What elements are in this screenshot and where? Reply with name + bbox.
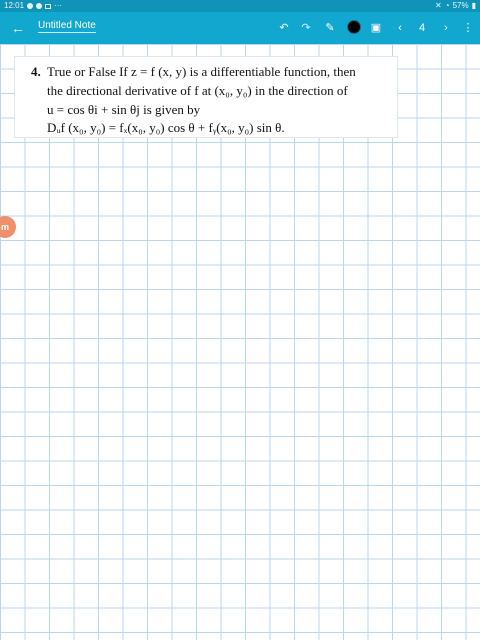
arrow-left-icon[interactable]: ← — [8, 18, 28, 38]
battery-icon: ▮ — [471, 1, 476, 10]
problem-line-2: the directional derivative of f at (x₀, … — [47, 83, 348, 98]
wifi-icon: ◔ — [444, 1, 450, 10]
notification-icon — [27, 3, 34, 9]
undo-icon[interactable]: ↶ — [274, 18, 294, 38]
status-right: ✕ ◔ 57% ▮ — [435, 0, 476, 12]
problem-card: 4. True or False If z = f (x, y) is a di… — [14, 56, 398, 138]
status-left: 12:01 ··· — [4, 0, 62, 12]
problem-line-4: Dᵤf (x₀, y₀) = fₓ(x₀, y₀) cos θ + fᵧ(x₀,… — [47, 120, 285, 135]
chevron-right-icon[interactable]: › — [436, 18, 456, 38]
color-swatch-icon[interactable] — [347, 20, 361, 34]
image-icon[interactable]: ▣ — [366, 18, 386, 38]
status-more: ··· — [54, 1, 63, 10]
more-vert-icon[interactable]: ⋮ — [458, 18, 478, 38]
gallery-notification-icon — [45, 3, 52, 9]
status-time: 12:01 — [4, 1, 25, 10]
mute-icon: ✕ — [435, 1, 442, 10]
app-bar: ← Untitled Note ↶ ↷ ✎ ▣ ‹ 4 › ⋮ — [0, 12, 480, 44]
redo-icon[interactable]: ↷ — [296, 18, 316, 38]
problem-line-1: True or False If z = f (x, y) is a diffe… — [47, 64, 356, 79]
page-number: 4 — [418, 22, 426, 34]
battery-level: 57% — [452, 1, 469, 10]
note-title[interactable]: Untitled Note — [38, 20, 96, 33]
pen-icon[interactable]: ✎ — [320, 18, 340, 38]
problem-line-3: u = cos θi + sin θj is given by — [47, 102, 201, 117]
notification-icon-2 — [36, 3, 43, 9]
status-bar: 12:01 ··· ✕ ◔ 57% ▮ — [0, 0, 480, 12]
problem-number: 4. — [31, 64, 41, 79]
chevron-left-icon[interactable]: ‹ — [390, 18, 410, 38]
